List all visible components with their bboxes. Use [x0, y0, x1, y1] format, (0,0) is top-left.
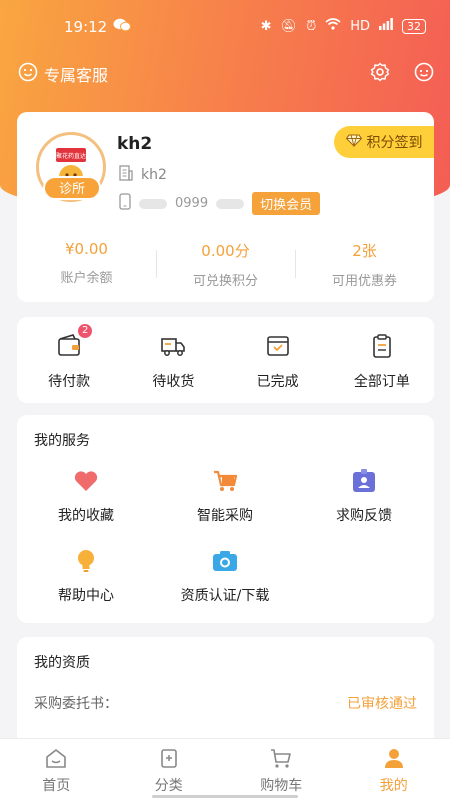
username: kh2	[117, 134, 153, 154]
tab-category[interactable]: 分类	[113, 739, 226, 800]
topbar-actions	[370, 62, 434, 82]
qualification-status: 已审核通过	[347, 696, 417, 712]
qualification-row[interactable]: 采购委托书： 已审核通过	[34, 693, 417, 713]
services-card: 我的服务 我的收藏 智能采购 求购反馈 帮助中心 资质认证/下载	[17, 415, 434, 623]
user-icon	[382, 749, 406, 773]
customer-service-button[interactable]: 专属客服	[18, 62, 108, 86]
order-label: 待付款	[48, 374, 91, 390]
mute-icon: 🔕︎	[280, 18, 298, 34]
tab-cart[interactable]: 购物车	[225, 739, 338, 800]
home-icon	[44, 749, 68, 773]
stat-label: 账户余额	[60, 271, 113, 286]
service-label: 资质认证/下载	[180, 588, 270, 604]
heart-icon	[73, 468, 99, 494]
wechat-icon	[113, 18, 131, 36]
order-all[interactable]: 全部订单	[330, 317, 434, 403]
avatar-badge: 诊所	[43, 176, 101, 200]
stat-points[interactable]: 0.00分 可兑换积分	[156, 240, 295, 289]
feedback-icon	[351, 468, 377, 494]
customer-service-label: 专属客服	[44, 66, 109, 85]
message-icon[interactable]	[414, 62, 434, 82]
category-icon	[157, 749, 181, 773]
bottom-tab-bar: 首页 分类 购物车 我的	[0, 738, 450, 800]
company-name: kh2	[141, 167, 167, 183]
service-help-center[interactable]: 帮助中心	[17, 548, 155, 605]
tab-label: 分类	[154, 778, 183, 794]
service-label: 智能采购	[197, 508, 253, 524]
tab-label: 我的	[379, 778, 408, 794]
alarm-icon: ⏰︎	[306, 18, 317, 34]
home-indicator	[152, 795, 298, 798]
order-badge: 2	[78, 324, 93, 338]
order-completed[interactable]: 已完成	[226, 317, 330, 403]
order-label: 已完成	[256, 374, 299, 390]
status-time: 19:12	[64, 18, 108, 36]
clipboard-icon	[368, 333, 396, 359]
wifi-icon	[325, 18, 341, 34]
status-icons: ✱ 🔕︎ ⏰︎ HD 32	[261, 18, 426, 34]
tab-mine[interactable]: 我的	[338, 739, 450, 800]
stat-value: 0.00分	[201, 242, 250, 260]
switch-member-button[interactable]: 切换会员	[252, 192, 321, 215]
signal-icon	[379, 18, 393, 34]
profile-card: 聚花药直达 诊所 kh2 kh2 0999 切换会员 积分签到 ¥0.00 账户…	[17, 112, 434, 302]
settings-icon[interactable]	[370, 62, 390, 82]
bulb-icon	[73, 548, 99, 574]
top-bar: 专属客服	[18, 62, 434, 90]
account-stats: ¥0.00 账户余额 0.00分 可兑换积分 2张 可用优惠券	[17, 240, 434, 289]
stat-value: 2张	[352, 242, 377, 260]
bluetooth-icon: ✱	[260, 18, 272, 34]
qualification-key: 采购委托书：	[34, 696, 118, 712]
tab-label: 首页	[42, 778, 71, 794]
cart-icon	[212, 468, 238, 494]
service-favorites[interactable]: 我的收藏	[17, 468, 155, 525]
camera-icon	[212, 548, 238, 574]
tab-home[interactable]: 首页	[0, 739, 113, 800]
order-pending-payment[interactable]: 2 待付款	[17, 317, 121, 403]
building-icon	[119, 165, 133, 185]
stat-balance[interactable]: ¥0.00 账户余额	[17, 240, 156, 289]
phone-number: 0999	[175, 196, 209, 211]
stat-label: 可用优惠券	[331, 274, 397, 289]
truck-icon	[159, 333, 187, 359]
service-label: 我的收藏	[58, 508, 114, 524]
order-label: 待收货	[152, 374, 195, 390]
service-smart-purchase[interactable]: 智能采购	[156, 468, 294, 525]
points-signin-button[interactable]: 积分签到	[334, 126, 434, 158]
service-purchase-feedback[interactable]: 求购反馈	[295, 468, 433, 525]
diamond-icon	[345, 133, 362, 151]
phone-masked-part	[139, 198, 167, 209]
order-pending-receipt[interactable]: 待收货	[121, 317, 225, 403]
cart-icon	[269, 749, 293, 773]
service-label: 求购反馈	[336, 508, 392, 524]
qualification-title: 我的资质	[34, 655, 90, 671]
smile-icon	[18, 62, 38, 86]
service-label: 帮助中心	[58, 588, 114, 604]
tab-label: 购物车	[260, 778, 303, 794]
points-signin-label: 积分签到	[366, 135, 423, 151]
stat-label: 可兑换积分	[192, 274, 258, 289]
battery-indicator: 32	[402, 18, 426, 34]
phone-masked-part	[216, 198, 245, 209]
phone-icon	[119, 193, 131, 214]
company-row: kh2	[119, 165, 167, 185]
order-label: 全部订单	[353, 374, 410, 390]
stat-value: ¥0.00	[65, 240, 108, 258]
orders-card: 2 待付款 待收货 已完成 全部订单	[17, 317, 434, 403]
status-bar: 19:12 ✱ 🔕︎ ⏰︎ HD 32	[0, 14, 450, 44]
avatar-sign: 聚花药直达	[56, 152, 86, 160]
stat-coupons[interactable]: 2张 可用优惠券	[295, 240, 434, 289]
box-done-icon	[264, 333, 292, 359]
wallet-icon: 2	[55, 324, 93, 359]
service-qualification-download[interactable]: 资质认证/下载	[156, 548, 294, 605]
network-type: HD	[350, 18, 370, 34]
phone-row: 0999 切换会员	[119, 192, 321, 215]
services-title: 我的服务	[34, 433, 90, 449]
